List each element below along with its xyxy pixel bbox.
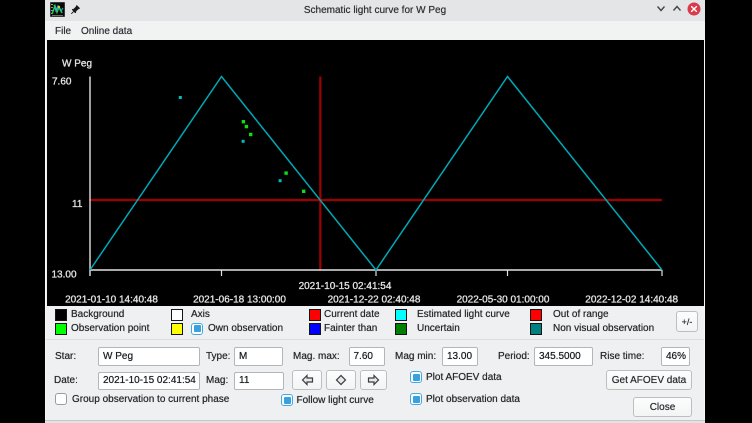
svg-text:2021-06-18 13:00:00: 2021-06-18 13:00:00 [193, 295, 286, 306]
svg-text:2022-05-30 01:00:00: 2022-05-30 01:00:00 [457, 295, 550, 306]
svg-text:11: 11 [72, 199, 83, 210]
svg-text:2021-10-15 02:41:54: 2021-10-15 02:41:54 [299, 281, 392, 292]
svg-text:2021-01-10 14:40:48: 2021-01-10 14:40:48 [65, 295, 158, 306]
svg-text:2021-12-22 02:40:48: 2021-12-22 02:40:48 [328, 295, 421, 306]
svg-text:2022-12-02 14:40:48: 2022-12-02 14:40:48 [585, 295, 678, 306]
svg-text:13.00: 13.00 [52, 270, 77, 281]
svg-text:W Peg: W Peg [62, 59, 92, 70]
svg-text:7.60: 7.60 [52, 77, 72, 88]
